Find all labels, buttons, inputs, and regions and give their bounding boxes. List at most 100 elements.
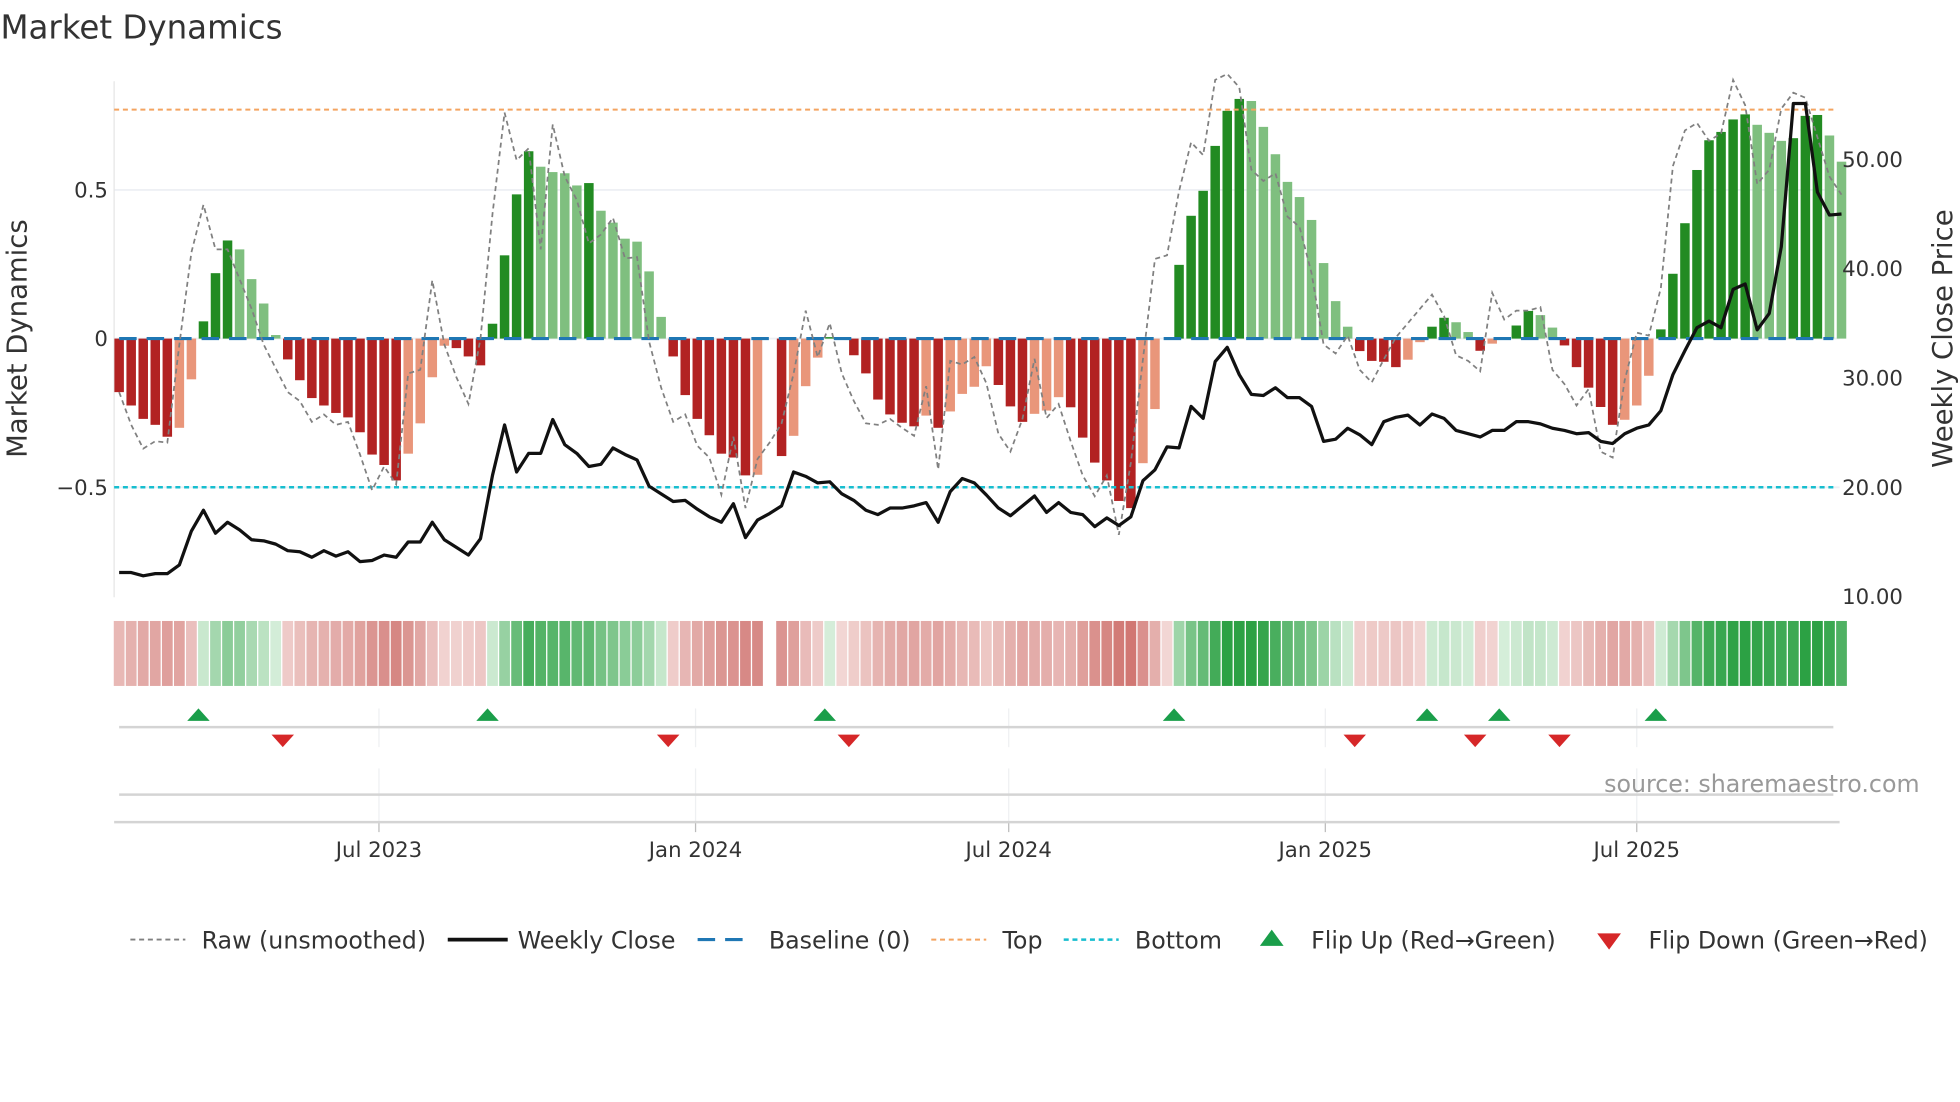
momentum-bar xyxy=(1330,301,1341,339)
momentum-bar xyxy=(1583,338,1594,388)
flip-up-marker xyxy=(1488,708,1511,721)
flip-up-marker xyxy=(1162,708,1186,721)
momentum-bar xyxy=(945,338,955,412)
momentum-bar xyxy=(427,338,438,378)
momentum-bar xyxy=(1017,338,1028,422)
flip-down-marker xyxy=(837,734,861,748)
momentum-bar xyxy=(680,338,690,396)
heat-cell xyxy=(1655,620,1667,686)
heat-cell xyxy=(1294,620,1305,686)
heat-cell xyxy=(1739,620,1751,686)
heat-cell xyxy=(463,620,474,686)
left-tick-label: 0 xyxy=(94,327,108,352)
momentum-bar xyxy=(1704,140,1714,339)
flip-down-marker xyxy=(1343,734,1366,748)
momentum-bar xyxy=(547,172,558,339)
heat-cell xyxy=(161,620,173,686)
heat-cell xyxy=(547,620,559,686)
momentum-bar xyxy=(1150,338,1160,410)
momentum-bar xyxy=(343,338,353,418)
heat-cell xyxy=(908,620,920,686)
momentum-bar xyxy=(1354,338,1365,352)
flip-down-marker xyxy=(1548,734,1571,748)
heat-cell xyxy=(1763,620,1775,686)
momentum-bar xyxy=(1692,169,1702,339)
momentum-bar xyxy=(1523,310,1534,339)
heat-cell xyxy=(860,620,872,686)
heat-cell xyxy=(402,620,414,686)
heat-cell xyxy=(728,620,739,686)
heat-cell xyxy=(222,620,233,686)
momentum-bars xyxy=(114,98,1847,509)
momentum-bar xyxy=(656,316,666,339)
heat-cell xyxy=(378,620,390,686)
momentum-bar xyxy=(1716,131,1726,339)
momentum-bar xyxy=(1595,338,1606,407)
momentum-bar xyxy=(776,338,787,457)
legend-label-flip-up: Flip Up (Red→Green) xyxy=(1311,926,1556,954)
heat-cell xyxy=(1679,620,1691,686)
legend-label-bottom: Bottom xyxy=(1135,926,1222,954)
legend-label-raw: Raw (unsmoothed) xyxy=(202,926,426,954)
momentum-bar xyxy=(1427,326,1437,339)
momentum-bar xyxy=(873,338,883,400)
heat-cell xyxy=(438,620,450,686)
heat-cell xyxy=(848,620,860,686)
heat-cell xyxy=(691,620,703,686)
momentum-bar xyxy=(174,338,185,428)
momentum-bar xyxy=(1174,264,1184,339)
heat-cell xyxy=(1101,620,1113,686)
heat-cell xyxy=(426,620,438,686)
momentum-bar xyxy=(1222,110,1232,339)
heat-cell xyxy=(1354,620,1366,686)
heat-cell xyxy=(1583,620,1594,686)
flip-down-marker xyxy=(1463,734,1487,748)
flip-down-icon xyxy=(1597,933,1621,950)
momentum-bar xyxy=(1053,338,1064,398)
heat-cell xyxy=(487,620,498,686)
momentum-bar xyxy=(1728,119,1738,339)
momentum-bar xyxy=(1680,223,1690,339)
heat-cell xyxy=(1330,620,1342,686)
heat-cell xyxy=(330,620,342,686)
momentum-bar xyxy=(993,338,1004,385)
momentum-bar xyxy=(849,338,859,356)
momentum-bar xyxy=(1342,326,1353,339)
momentum-bar xyxy=(1246,101,1257,339)
heat-cell xyxy=(800,620,812,686)
momentum-bar xyxy=(1090,338,1100,463)
heat-cell xyxy=(1691,620,1703,686)
heat-cell xyxy=(836,620,848,686)
heat-cell xyxy=(1005,620,1016,686)
momentum-bar xyxy=(1282,181,1293,339)
momentum-bar xyxy=(186,338,197,380)
x-tick-label: Jul 2023 xyxy=(334,838,422,863)
momentum-bar xyxy=(150,338,161,425)
heat-cell xyxy=(1631,620,1643,686)
momentum-bar xyxy=(126,338,136,406)
heat-cell xyxy=(703,620,715,686)
legend-label-baseline: Baseline (0) xyxy=(769,926,911,954)
heat-cell xyxy=(993,620,1004,686)
heat-cell xyxy=(535,620,547,686)
x-tick-label: Jan 2025 xyxy=(1277,838,1373,863)
heat-cell xyxy=(1751,620,1763,686)
heat-cell xyxy=(1450,620,1462,686)
momentum-bar xyxy=(319,338,329,406)
momentum-bar xyxy=(1800,115,1811,339)
momentum-bar xyxy=(283,338,293,360)
momentum-bar xyxy=(1306,219,1317,339)
heat-cell xyxy=(980,620,992,686)
left-tick-label: −0.5 xyxy=(56,476,108,501)
heat-cell xyxy=(583,620,595,686)
momentum-bar xyxy=(1403,338,1413,360)
momentum-bar xyxy=(572,185,582,339)
heat-cell xyxy=(1306,620,1317,686)
right-tick-label: 50.00 xyxy=(1842,148,1903,173)
heat-cell xyxy=(1414,620,1426,686)
heat-cell xyxy=(1149,620,1161,686)
heat-cell xyxy=(1173,620,1185,686)
heat-cell xyxy=(812,620,824,686)
momentum-bar xyxy=(644,271,654,339)
momentum-bar xyxy=(668,338,678,357)
